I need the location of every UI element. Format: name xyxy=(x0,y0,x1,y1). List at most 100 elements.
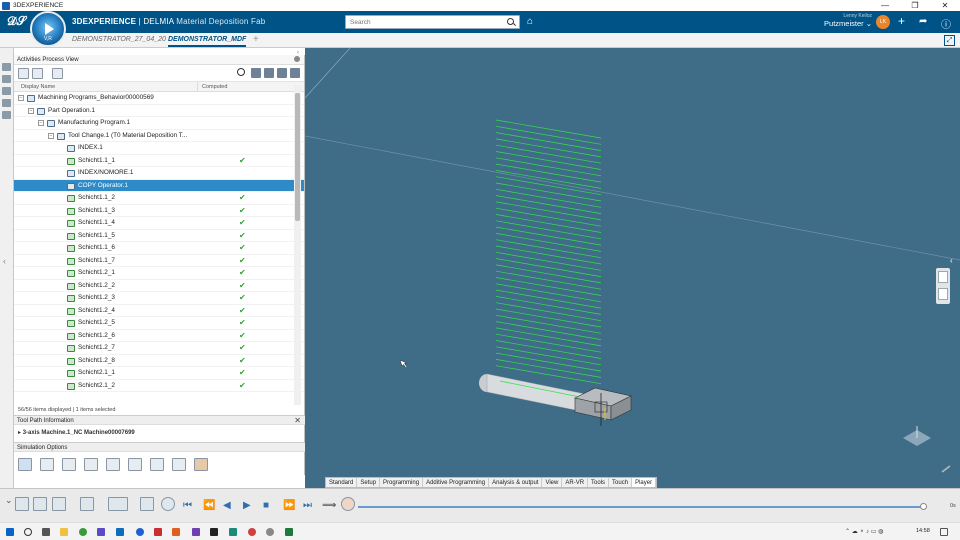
action-tab[interactable]: Setup xyxy=(357,478,381,487)
close-button[interactable]: ✕ xyxy=(930,0,960,11)
action-tab[interactable]: Analysis & output xyxy=(489,478,543,487)
simulation-slider[interactable] xyxy=(358,503,927,510)
teams-icon[interactable] xyxy=(97,528,105,536)
undo-icon[interactable] xyxy=(80,497,94,511)
panel-collapse-icon[interactable]: ‹ xyxy=(297,50,299,56)
tree-row[interactable]: − Tool Change.1 (T0 Material Deposition T… xyxy=(14,130,304,142)
machine-row[interactable]: ▸ 3-axis Machine.1_NC Machine00007699 xyxy=(18,429,135,436)
tree-row[interactable]: Schicht1.1_1 ✔ xyxy=(14,155,304,167)
tree-toggle-icon[interactable]: − xyxy=(18,95,24,101)
export-output-icon[interactable] xyxy=(140,497,154,511)
search-tree-icon[interactable] xyxy=(237,68,245,76)
view-button-bottom[interactable] xyxy=(938,288,948,300)
action-tab[interactable]: Standard xyxy=(326,478,358,487)
action-bar-toggle-icon[interactable]: ⌄ xyxy=(5,495,13,506)
tree-row[interactable]: Schicht1.2_1 ✔ xyxy=(14,267,304,280)
go-end-icon[interactable]: ⏭ xyxy=(303,501,312,511)
tree-row[interactable]: Schicht1.2_3 ✔ xyxy=(14,292,304,305)
maximize-button[interactable]: ❐ xyxy=(900,0,930,11)
share-icon[interactable]: ➦ xyxy=(919,16,927,27)
tree-row[interactable]: Schicht1.1_5 ✔ xyxy=(14,230,304,242)
step-back-icon[interactable]: ◀ xyxy=(223,501,231,511)
slider-knob[interactable] xyxy=(920,503,927,510)
app-red-icon[interactable] xyxy=(154,528,162,536)
col-display-name[interactable]: Display Name xyxy=(14,82,198,91)
search-icon[interactable] xyxy=(507,17,516,27)
user-info[interactable]: Lenny Keiloz Putzmeister ⌄ xyxy=(812,13,872,28)
strip-icon-resources[interactable] xyxy=(2,87,11,95)
resize-handle-icon[interactable] xyxy=(941,465,951,473)
strip-icon-process[interactable] xyxy=(2,75,11,83)
tree-row[interactable]: Schicht2.1_2 ✔ xyxy=(14,380,304,392)
app-orange-icon[interactable] xyxy=(172,528,180,536)
view-mode-icon[interactable] xyxy=(52,67,63,79)
go-start-icon[interactable]: ⏮ xyxy=(183,501,192,511)
strip-icon-tree[interactable] xyxy=(2,63,11,71)
tree-row[interactable]: INDEX.1 xyxy=(14,142,304,155)
sim-option-9-icon[interactable] xyxy=(194,457,208,471)
cut-icon[interactable] xyxy=(15,497,29,511)
columns-icon[interactable] xyxy=(290,68,300,78)
compass-widget[interactable] xyxy=(903,426,931,446)
tree-row[interactable]: Schicht1.2_8 ✔ xyxy=(14,355,304,367)
tree-scroll-thumb[interactable] xyxy=(295,93,300,221)
sim-settings-icon[interactable] xyxy=(161,497,175,511)
tree-row[interactable]: Schicht2.1_1 ✔ xyxy=(14,367,304,380)
tree-row[interactable]: COPY Operator.1 xyxy=(14,179,304,192)
explorer-icon[interactable] xyxy=(60,528,68,536)
tree-row[interactable]: Schicht1.2_4 ✔ xyxy=(14,305,304,317)
select-icon[interactable] xyxy=(108,497,128,511)
tree-row[interactable]: − Manufacturing Program.1 xyxy=(14,117,304,130)
sim-options-header[interactable]: Simulation Options xyxy=(14,442,305,452)
add-tab-icon[interactable]: + xyxy=(253,34,259,45)
browser-icon[interactable] xyxy=(136,528,144,536)
outlook-icon[interactable] xyxy=(116,528,124,536)
action-tab[interactable]: Touch xyxy=(609,478,633,487)
tree-toggle-icon[interactable]: − xyxy=(48,132,54,139)
view-button-top[interactable] xyxy=(938,271,948,283)
action-tab[interactable]: Programming xyxy=(380,478,424,487)
expand-icon[interactable] xyxy=(32,67,43,79)
start-icon[interactable] xyxy=(6,528,14,536)
record-icon[interactable] xyxy=(341,497,355,511)
app-purple-icon[interactable] xyxy=(192,528,200,536)
tree-row[interactable]: Schicht1.1_2 ✔ xyxy=(14,192,304,205)
strip-icon-list[interactable] xyxy=(2,111,11,119)
paste-icon[interactable] xyxy=(52,497,66,511)
tree-row[interactable]: Schicht1.2_7 ✔ xyxy=(14,342,304,355)
step-forward-icon[interactable]: ⏩ xyxy=(283,501,295,511)
action-tab[interactable]: Player xyxy=(632,478,657,487)
tree-row[interactable]: Schicht1.1_7 ✔ xyxy=(14,255,304,267)
step-back-fast-icon[interactable]: ⏪ xyxy=(203,501,215,511)
minimize-button[interactable]: — xyxy=(870,0,900,11)
action-tab[interactable]: View xyxy=(542,478,563,487)
tree-scrollbar[interactable] xyxy=(294,85,301,405)
app-dark-icon[interactable] xyxy=(210,528,218,536)
export-icon[interactable] xyxy=(264,68,274,78)
tray-icons[interactable]: ⌃ ☁ ⚬ ♪ ▭ ◍ xyxy=(845,528,883,535)
taskbar-settings-icon[interactable] xyxy=(266,528,274,536)
tree-row[interactable]: Schicht1.2_2 ✔ xyxy=(14,280,304,292)
app-circle-icon[interactable] xyxy=(248,528,256,536)
sim-option-4-icon[interactable] xyxy=(84,457,98,471)
col-computed[interactable]: Computed xyxy=(198,82,231,91)
taskbar-search-icon[interactable] xyxy=(24,528,32,536)
toolpath-info-header[interactable]: Tool Path Information ✕ xyxy=(14,415,305,425)
tab-demonstrator-27[interactable]: DEMONSTRATOR_27_04_20 xyxy=(72,36,166,43)
tree-row[interactable]: INDEX/NOMORE.1 xyxy=(14,167,304,180)
tree-row[interactable]: − Machining Programs_Behavior00000569 xyxy=(14,92,304,105)
filter-tree-icon[interactable] xyxy=(18,67,29,79)
sim-option-2-icon[interactable] xyxy=(40,457,54,471)
sim-option-8-icon[interactable] xyxy=(172,457,186,471)
speed-icon[interactable]: ⟹ xyxy=(322,501,336,511)
panel-close-icon[interactable] xyxy=(294,56,300,62)
tree-row[interactable]: Schicht1.1_6 ✔ xyxy=(14,242,304,255)
tree-row[interactable]: − Part Operation.1 xyxy=(14,105,304,117)
compass-button[interactable]: V,R xyxy=(30,11,66,47)
tree-row[interactable]: Schicht1.2_6 ✔ xyxy=(14,330,304,342)
ds-logo-icon[interactable]: 𝒟𝒮 xyxy=(7,14,26,29)
task-view-icon[interactable] xyxy=(42,528,50,536)
sim-option-1-icon[interactable] xyxy=(18,457,32,471)
strip-icon-settings[interactable] xyxy=(2,99,11,107)
filter-icon[interactable] xyxy=(251,68,261,78)
